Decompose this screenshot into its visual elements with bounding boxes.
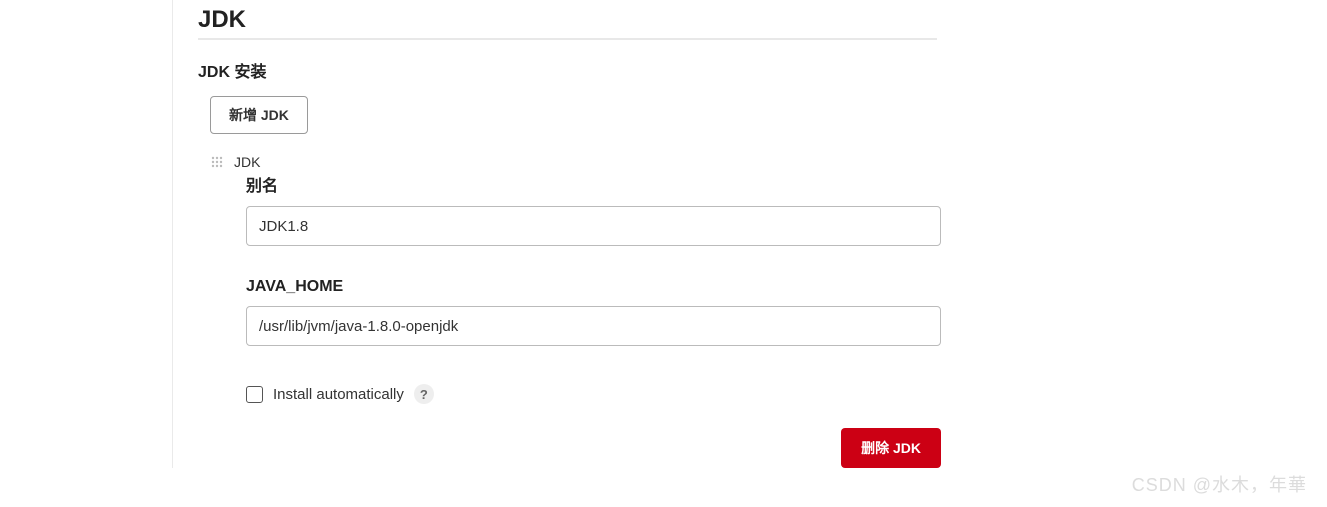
javahome-input[interactable] — [246, 306, 941, 346]
alias-input[interactable] — [246, 206, 941, 246]
install-title: JDK 安装 — [198, 58, 937, 82]
watermark: CSDN @水木，年華 — [1132, 471, 1307, 497]
action-row: 删除 JDK — [210, 428, 941, 468]
alias-label: 别名 — [246, 172, 937, 196]
drag-handle-icon[interactable] — [210, 155, 224, 169]
delete-jdk-button[interactable]: 删除 JDK — [841, 428, 941, 468]
jdk-entry: JDK 别名 JAVA_HOME Install automatically ?… — [210, 154, 937, 468]
jdk-label: JDK — [234, 154, 260, 170]
section-title: JDK — [198, 0, 937, 40]
jdk-config-panel: JDK JDK 安装 新增 JDK JDK 别名 JAVA_HOME I — [172, 0, 937, 468]
javahome-label: JAVA_HOME — [246, 278, 937, 296]
install-auto-checkbox[interactable] — [246, 386, 263, 403]
alias-field-block: 别名 — [246, 172, 937, 246]
javahome-field-block: JAVA_HOME — [246, 278, 937, 346]
add-jdk-button[interactable]: 新增 JDK — [210, 96, 308, 134]
install-auto-row: Install automatically ? — [246, 384, 937, 404]
jdk-drag-row: JDK — [210, 154, 937, 170]
install-auto-label: Install automatically — [273, 386, 404, 403]
help-icon[interactable]: ? — [414, 384, 434, 404]
